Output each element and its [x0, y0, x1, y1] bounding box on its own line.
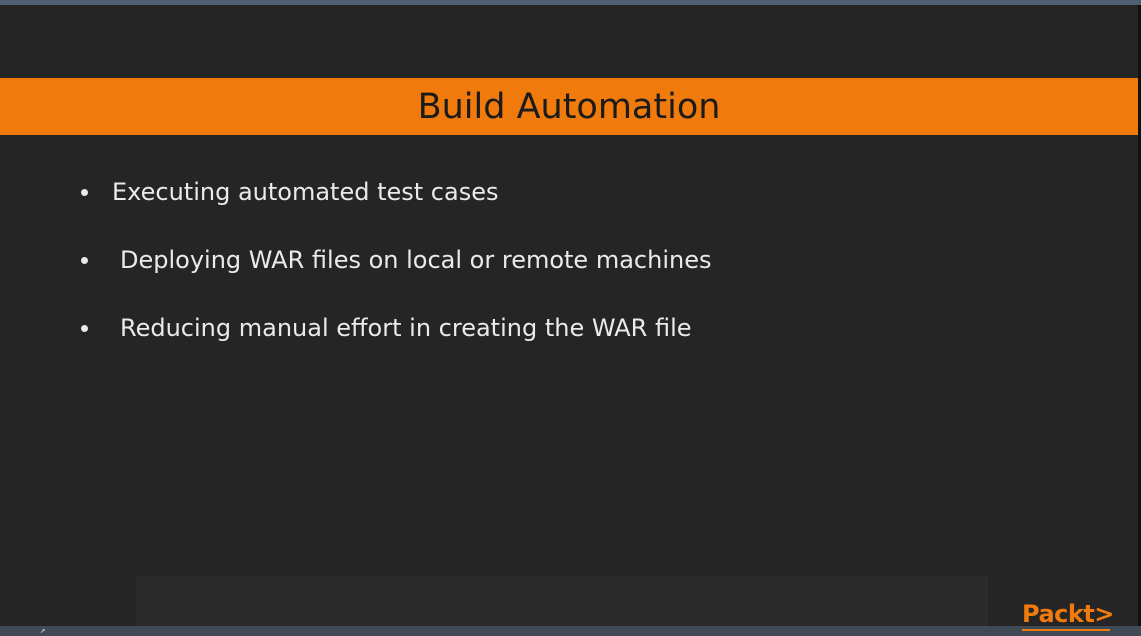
cursor-icon: ↗ — [40, 626, 46, 636]
bullet-text: Deploying WAR files on local or remote m… — [120, 246, 712, 274]
slide-title-band: Build Automation — [0, 78, 1138, 135]
logo-underline — [1022, 629, 1110, 631]
bullet-item: Deploying WAR files on local or remote m… — [78, 240, 711, 280]
packt-logo: Packt> — [1022, 600, 1114, 628]
bullet-item: Reducing manual effort in creating the W… — [78, 308, 692, 348]
bullet-item: Executing automated test cases — [78, 172, 498, 212]
window-bottom-bar — [0, 626, 1141, 636]
bullet-text: Executing automated test cases — [112, 178, 499, 206]
bullet-dot-icon — [81, 324, 88, 332]
bullet-dot-icon — [81, 256, 88, 264]
bullet-text: Reducing manual effort in creating the W… — [120, 314, 692, 342]
bullet-dot-icon — [81, 188, 88, 196]
caption-area — [136, 576, 988, 626]
window-top-bar — [0, 0, 1141, 5]
slide-title: Build Automation — [417, 86, 721, 127]
